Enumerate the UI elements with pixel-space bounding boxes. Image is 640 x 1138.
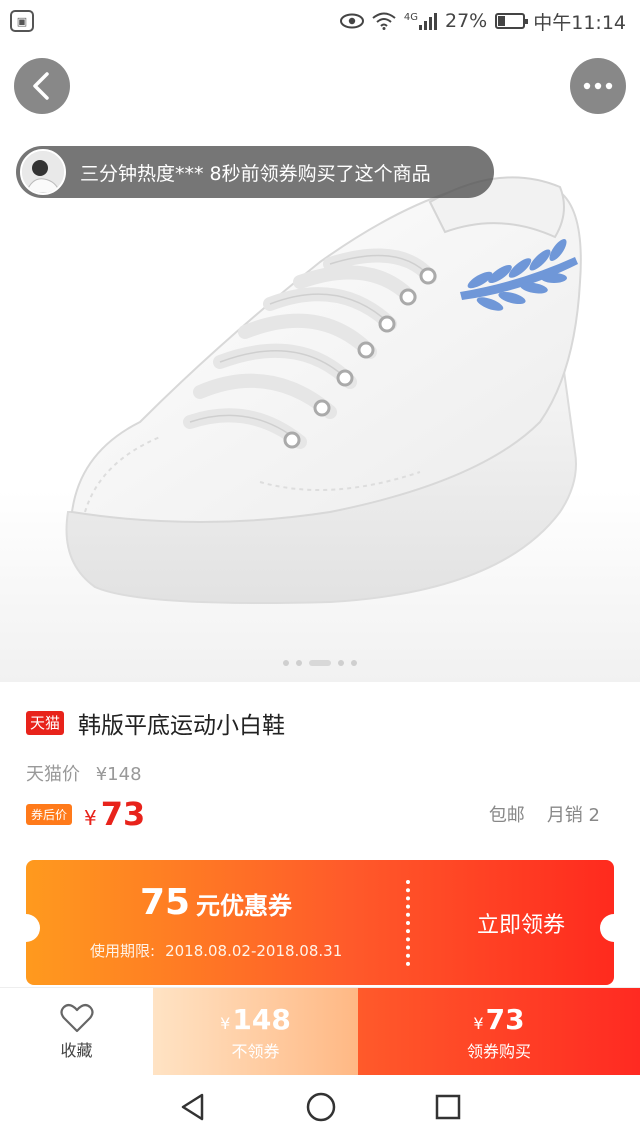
coupon-amount: 75 元优惠券: [26, 882, 406, 923]
product-title-row: 天猫 韩版平底运动小白鞋: [26, 706, 285, 740]
back-button[interactable]: [14, 58, 70, 114]
price-currency: ¥: [84, 806, 97, 830]
signal-icon: 4G: [404, 12, 437, 30]
after-coupon-tag: 券后价: [26, 803, 73, 825]
coupon-price: 73: [100, 795, 146, 833]
nav-back-icon[interactable]: [178, 1092, 208, 1122]
nav-recents-icon[interactable]: [434, 1093, 462, 1121]
coupon-divider: [406, 880, 410, 966]
validity-range: 2018.08.02-2018.08.31: [165, 942, 343, 960]
favorite-button[interactable]: 收藏: [0, 988, 153, 1076]
no-coupon-price: ¥148: [220, 1003, 291, 1036]
carousel-dot: [296, 660, 302, 666]
coupon-validity: 使用期限: 2018.08.02-2018.08.31: [90, 940, 342, 961]
coupon-buy-value: 73: [485, 1002, 525, 1036]
coupon-buy-price: ¥73: [473, 1003, 524, 1036]
heart-icon: [59, 1003, 94, 1033]
coupon-info: 75 元优惠券 使用期限: 2018.08.02-2018.08.31: [26, 860, 406, 985]
wifi-icon: [372, 12, 396, 30]
no-coupon-value: 148: [232, 1002, 291, 1036]
carousel-dot: [338, 660, 344, 666]
bottom-action-bar: 收藏 ¥148 不领券 ¥73 领券购买: [0, 987, 640, 1076]
avatar: [20, 149, 66, 195]
carousel-indicator: [0, 660, 640, 666]
price-row: 券后价 ¥ 73 包邮 月销 2: [26, 795, 600, 833]
no-coupon-currency: ¥: [220, 1013, 231, 1033]
ticker-text: 三分钟热度*** 8秒前领券购买了这个商品: [80, 162, 431, 185]
shipping-info: 包邮: [488, 805, 525, 826]
battery-fill: [498, 16, 506, 26]
monthly-sales: 月销 2: [546, 805, 600, 826]
network-type: 4G: [403, 12, 418, 23]
coupon-unit: 元优惠券: [196, 892, 293, 920]
battery-percent: 27%: [445, 10, 488, 32]
clock: 中午11:14: [533, 11, 626, 34]
product-title: 韩版平底运动小白鞋: [78, 713, 286, 739]
more-button[interactable]: [570, 58, 626, 114]
battery-icon: [495, 13, 529, 29]
product-photo-sneaker: [65, 176, 582, 604]
platform-tag: 天猫: [26, 711, 65, 735]
status-bar: ▣ 4G 27% 中午11:14: [0, 0, 640, 42]
carousel-dot: [351, 660, 357, 666]
carousel-dot: [283, 660, 289, 666]
buy-with-coupon-button[interactable]: ¥73 领券购买: [358, 988, 640, 1076]
original-price-row: 天猫价 ¥148: [26, 760, 142, 786]
more-dots-icon: [583, 82, 613, 90]
coupon-buy-currency: ¥: [473, 1013, 484, 1033]
purchase-ticker: 三分钟热度*** 8秒前领券购买了这个商品: [16, 146, 494, 198]
buy-without-coupon-button[interactable]: ¥148 不领券: [153, 988, 358, 1076]
no-coupon-label: 不领券: [231, 1041, 280, 1061]
eye-icon: [339, 13, 364, 29]
original-price-label: 天猫价: [26, 764, 80, 785]
status-right: 4G 27% 中午11:14: [339, 8, 626, 35]
coupon-card[interactable]: 75 元优惠券 使用期限: 2018.08.02-2018.08.31 立即领券: [26, 860, 614, 985]
back-arrow-icon: [33, 72, 49, 100]
claim-coupon-button[interactable]: 立即领券: [436, 860, 606, 985]
nav-home-icon[interactable]: [305, 1091, 337, 1123]
product-image-carousel[interactable]: 三分钟热度*** 8秒前领券购买了这个商品: [0, 42, 640, 682]
price-meta: 包邮 月销 2: [489, 801, 600, 827]
system-navigation-bar: [0, 1075, 640, 1138]
coupon-value: 75: [139, 882, 191, 923]
favorite-label: 收藏: [60, 1041, 93, 1060]
app-notification-icon: ▣: [10, 10, 34, 32]
carousel-dot-active: [309, 660, 331, 666]
original-price: ¥148: [95, 764, 142, 785]
validity-label: 使用期限:: [90, 942, 156, 960]
coupon-buy-label: 领券购买: [466, 1041, 531, 1061]
status-left: ▣: [10, 10, 34, 32]
